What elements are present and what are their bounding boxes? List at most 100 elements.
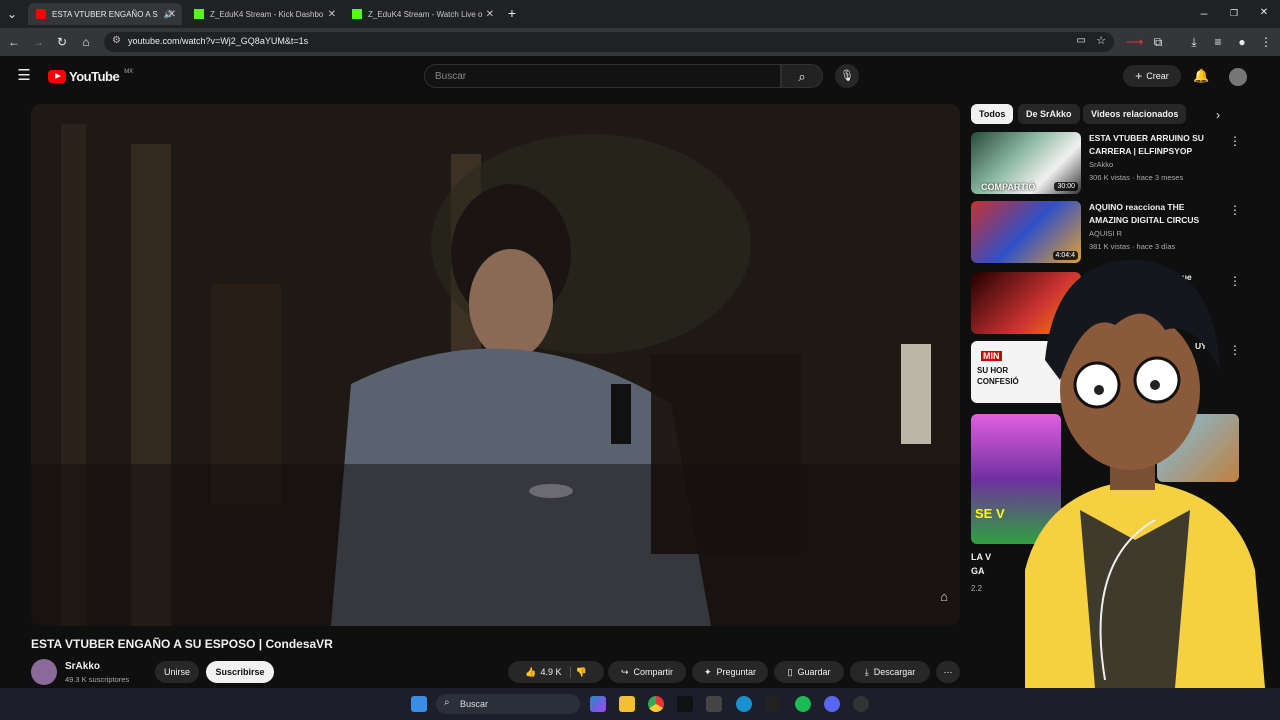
- reading-list-icon[interactable]: ≡: [1210, 34, 1226, 50]
- create-button[interactable]: + Crear: [1123, 65, 1181, 87]
- chevron-right-icon[interactable]: ›: [1216, 108, 1220, 122]
- youtube-wordmark: YouTube: [69, 69, 120, 84]
- app-icon[interactable]: [765, 696, 781, 712]
- recommendation-meta: 306 K vistas · hace 3 meses: [1089, 173, 1184, 182]
- like-dislike-group: 👍 4.9 K 👎: [508, 661, 604, 683]
- forward-icon[interactable]: →: [30, 34, 46, 50]
- hamburger-menu-icon[interactable]: ☰: [16, 68, 32, 84]
- url-text: youtube.com/watch?v=Wj2_GQ8aYUM&t=1s: [128, 36, 309, 46]
- tab-youtube[interactable]: ESTA VTUBER ENGAÑO A S 🔊 ✕: [28, 3, 182, 25]
- more-vertical-icon[interactable]: ⋮: [1229, 134, 1241, 148]
- close-tab-icon[interactable]: ✕: [328, 9, 336, 20]
- bookmark-star-icon[interactable]: ☆: [1096, 34, 1106, 47]
- recommendation-meta-partial: 2.2: [971, 584, 983, 593]
- home-icon[interactable]: ⌂: [78, 34, 94, 50]
- tab-kick-dashboard[interactable]: Z_EduK4 Stream - Kick Dashbo ✕: [186, 3, 342, 25]
- search-icon: ⌕: [444, 697, 450, 708]
- voice-search-button[interactable]: 🎙: [835, 64, 859, 88]
- close-tab-icon[interactable]: ✕: [486, 9, 494, 20]
- chip-todos[interactable]: Todos: [971, 104, 1014, 124]
- new-tab-button[interactable]: +: [504, 5, 520, 21]
- site-info-icon[interactable]: ⚙: [112, 35, 121, 46]
- edge-icon[interactable]: [736, 696, 752, 712]
- recommendation-title: ESTA VTUBER ARRUINO SU CARRERA | ELFINPS…: [1089, 133, 1204, 156]
- cast-icon[interactable]: ▭: [1077, 35, 1086, 46]
- more-horizontal-icon: ⋯: [943, 666, 953, 677]
- channel-name[interactable]: SrAkko: [65, 661, 100, 672]
- video-thumbnail[interactable]: COMPARTIÓ 30:00: [971, 132, 1081, 194]
- obs-icon[interactable]: [853, 696, 869, 712]
- reload-icon[interactable]: ↻: [54, 34, 70, 50]
- download-button[interactable]: ⤓ Descargar: [850, 661, 930, 683]
- recommendation-channel: SrAkko: [1089, 160, 1114, 169]
- tiktok-icon[interactable]: [677, 696, 693, 712]
- share-button[interactable]: ↪ Compartir: [608, 661, 686, 683]
- omnibox[interactable]: ⚙ youtube.com/watch?v=Wj2_GQ8aYUM&t=1s ▭…: [104, 32, 1114, 52]
- minimize-icon[interactable]: –: [1196, 5, 1212, 21]
- chip-label: Todos: [979, 109, 1006, 119]
- more-vertical-icon[interactable]: ⋮: [1229, 203, 1241, 217]
- channel-avatar[interactable]: [31, 659, 57, 685]
- chip-label: De SrAkko: [1026, 109, 1072, 119]
- miniplayer-icon[interactable]: ⌂: [940, 589, 948, 604]
- like-button[interactable]: 👍 4.9 K: [525, 666, 571, 678]
- chrome-icon[interactable]: [648, 696, 664, 712]
- discord-icon[interactable]: [824, 696, 840, 712]
- ask-label: Preguntar: [716, 667, 757, 677]
- thumbnail-text: COMPARTIÓ: [981, 182, 1036, 192]
- chip-videos-relacionados[interactable]: Videos relacionados: [1083, 104, 1187, 124]
- download-arrow-icon: ⤓: [864, 666, 869, 677]
- extensions-icon[interactable]: ⧉: [1150, 34, 1166, 50]
- more-actions-button[interactable]: ⋯: [936, 661, 960, 683]
- avatar[interactable]: [1229, 68, 1247, 86]
- profile-icon[interactable]: ●: [1234, 34, 1250, 50]
- tab-search-icon[interactable]: ⌄: [4, 6, 20, 22]
- browser-tab-bar: ⌄ ESTA VTUBER ENGAÑO A S 🔊 ✕ Z_EduK4 Str…: [0, 0, 1280, 28]
- recommendation-item[interactable]: COMPARTIÓ 30:00 ESTA VTUBER ARRUINO SU C…: [971, 132, 1241, 196]
- capcut-icon[interactable]: [706, 696, 722, 712]
- youtube-logo[interactable]: YouTube MX: [48, 69, 133, 84]
- extension-red-icon[interactable]: ⟶: [1126, 34, 1143, 50]
- video-duration: 30:00: [1054, 182, 1078, 191]
- recommendation-title-partial: GA: [971, 566, 985, 576]
- region-code: MX: [124, 69, 134, 75]
- microphone-icon: 🎙: [840, 70, 854, 82]
- download-icon[interactable]: ⤓: [1186, 34, 1202, 50]
- close-tab-icon[interactable]: ✕: [168, 9, 176, 20]
- menu-kebab-icon[interactable]: ⋮: [1258, 34, 1274, 50]
- search-icon: ⌕: [798, 69, 806, 84]
- video-title: ESTA VTUBER ENGAÑO A SU ESPOSO | Condesa…: [31, 637, 333, 651]
- save-button[interactable]: ▯ Guardar: [774, 661, 844, 683]
- search-input[interactable]: Buscar: [424, 64, 781, 88]
- chip-de-srakko[interactable]: De SrAkko: [1018, 104, 1080, 124]
- recommendation-channel: AQUISI R: [1089, 229, 1122, 238]
- maximize-icon[interactable]: ❐: [1226, 5, 1242, 21]
- address-bar-row: ← → ↻ ⌂ ⚙ youtube.com/watch?v=Wj2_GQ8aYU…: [0, 28, 1280, 56]
- windows-start-icon[interactable]: [411, 696, 427, 712]
- copilot-icon[interactable]: [590, 696, 606, 712]
- recommendation-title: AQUINO reacciona THE AMAZING DIGITAL CIR…: [1089, 202, 1200, 225]
- youtube-play-logo-icon: [48, 70, 66, 83]
- back-icon[interactable]: ←: [6, 34, 22, 50]
- subscribe-label: Suscribirse: [215, 667, 265, 677]
- notifications-bell-icon[interactable]: 🔔: [1193, 68, 1209, 84]
- spotify-icon[interactable]: [795, 696, 811, 712]
- join-label: Unirse: [163, 667, 190, 677]
- like-count: 4.9 K: [540, 667, 562, 677]
- sparkle-icon: ✦: [703, 666, 712, 677]
- thumbs-down-icon[interactable]: 👎: [576, 667, 587, 678]
- tab-title: ESTA VTUBER ENGAÑO A S: [52, 9, 158, 19]
- search-button[interactable]: ⌕: [781, 64, 823, 88]
- ask-button[interactable]: ✦ Preguntar: [692, 661, 768, 683]
- file-explorer-icon[interactable]: [619, 696, 635, 712]
- video-player[interactable]: ⌂: [31, 104, 960, 626]
- subscriber-count: 49.3 K suscriptores: [65, 675, 130, 684]
- subscribe-button[interactable]: Suscribirse: [206, 661, 274, 683]
- join-button[interactable]: Unirse: [155, 661, 199, 683]
- tab-kick-watch[interactable]: Z_EduK4 Stream - Watch Live o ✕: [344, 3, 500, 25]
- tab-title: Z_EduK4 Stream - Kick Dashbo: [210, 9, 324, 19]
- download-label: Descargar: [873, 667, 916, 677]
- taskbar-search[interactable]: ⌕ Buscar: [436, 694, 580, 714]
- tab-title: Z_EduK4 Stream - Watch Live o: [368, 9, 483, 19]
- close-window-icon[interactable]: ✕: [1256, 5, 1272, 21]
